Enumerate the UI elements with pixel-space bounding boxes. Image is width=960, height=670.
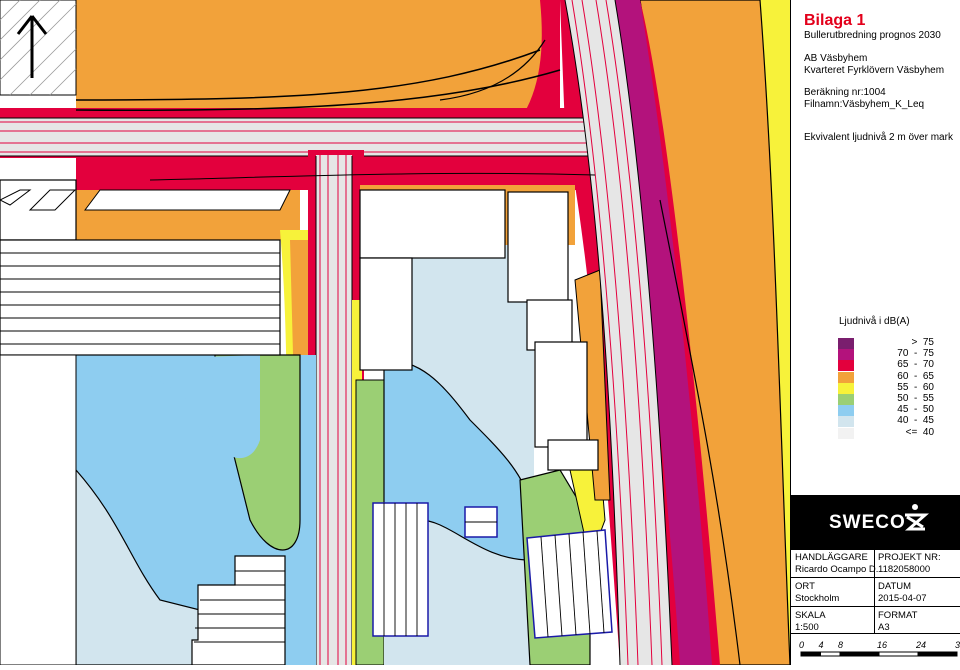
legend-title: Ljudnivå i dB(A) <box>839 316 910 327</box>
legend-label: 55 - 60 <box>897 381 934 393</box>
legend-item: <= 40 <box>838 426 948 439</box>
map-description: Ekvivalent ljudnivå 2 m över mark <box>804 132 953 143</box>
scale-bar-segment <box>839 651 880 657</box>
handlaggare-label: HANDLÄGGARE <box>795 552 868 563</box>
legend-swatch <box>838 360 854 372</box>
ort-value: Stockholm <box>795 593 840 604</box>
drawing-frame: Bilaga 1 Bullerutbredning prognos 2030 A… <box>0 0 960 665</box>
legend-label: 60 - 65 <box>897 370 934 382</box>
legend-swatch <box>838 416 854 428</box>
projekt-label: PROJEKT NR: <box>878 552 941 563</box>
legend-swatch <box>838 349 854 361</box>
legend-label: 70 - 75 <box>897 348 934 360</box>
scale-bar: 0 4 8 16 24 32 <box>791 636 960 665</box>
panel-title: Bilaga 1 <box>804 12 866 29</box>
legend-swatch <box>838 405 854 417</box>
projekt-value: 1182058000 <box>878 564 931 575</box>
scale-bar-segment <box>820 651 841 657</box>
legend-label: <= 40 <box>905 426 934 438</box>
scale-bar-segment <box>917 651 958 657</box>
legend-label: > 75 <box>894 337 934 348</box>
noise-map[interactable] <box>0 0 790 665</box>
skala-label: SKALA <box>795 610 826 621</box>
client-name: AB Väsbyhem <box>804 53 868 64</box>
panel-subtitle: Bullerutbredning prognos 2030 <box>804 30 941 41</box>
handlaggare-value: Ricardo Ocampo D. <box>795 564 879 575</box>
legend-label: 65 - 70 <box>897 359 934 371</box>
scale-tick-label: 16 <box>877 640 887 650</box>
legend-swatch <box>838 382 854 394</box>
file-name: Filnamn:Väsbyhem_K_Leq <box>804 99 925 110</box>
scale-tick-label: 0 <box>799 640 804 650</box>
legend-label: 40 - 45 <box>897 415 934 427</box>
sweco-logo: SWECO <box>791 495 960 549</box>
legend-swatch <box>838 427 854 439</box>
scale-bar-graphic: 0 4 8 16 24 32 <box>799 640 960 657</box>
calc-number: Beräkning nr:1004 <box>804 87 886 98</box>
scale-tick-label: 32 <box>955 640 960 650</box>
legend-label: 50 - 55 <box>897 393 934 404</box>
datum-label: DATUM <box>878 581 912 592</box>
title-panel: Bilaga 1 Bullerutbredning prognos 2030 A… <box>790 0 960 665</box>
scale-bar-segment <box>800 651 821 657</box>
legend-swatch <box>838 338 854 349</box>
scale-bar-segment <box>878 651 919 657</box>
north-arrow-icon <box>16 15 48 78</box>
scale-tick-label: 24 <box>915 640 926 650</box>
map-canvas <box>0 0 790 665</box>
legend-swatch <box>838 371 854 383</box>
legend-label: 45 - 50 <box>897 404 934 416</box>
legend-swatch <box>838 394 854 405</box>
project-name: Kvarteret Fyrklövern Väsbyhem <box>804 65 945 76</box>
logo-text: SWECO <box>829 512 906 533</box>
ort-label: ORT <box>795 581 815 592</box>
datum-value: 2015-04-07 <box>878 593 927 604</box>
sweco-symbol-icon <box>905 504 929 531</box>
format-label: FORMAT <box>878 610 918 621</box>
scale-tick-label: 8 <box>838 640 843 650</box>
scale-tick-label: 4 <box>819 640 824 650</box>
